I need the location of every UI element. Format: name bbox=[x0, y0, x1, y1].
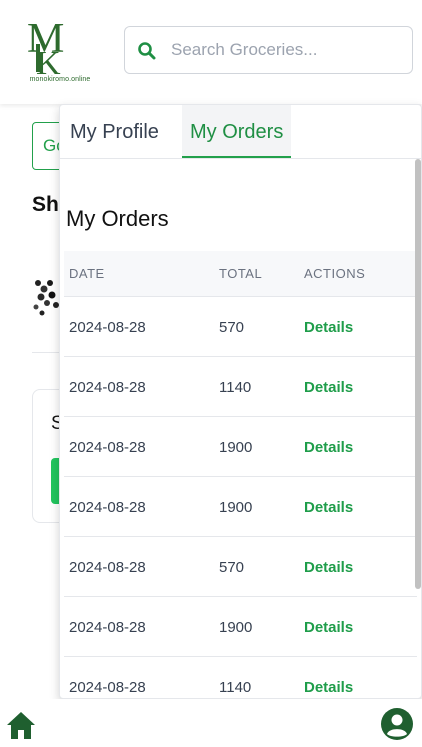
orders-table-header: DATE TOTAL ACTIONS bbox=[64, 251, 417, 297]
order-date: 2024-08-28 bbox=[69, 379, 146, 396]
order-total: 1900 bbox=[219, 499, 253, 516]
table-row: 2024-08-28 1140 Details bbox=[64, 657, 417, 698]
orders-title: My Orders bbox=[66, 206, 169, 231]
order-details-link[interactable]: Details bbox=[304, 559, 353, 576]
order-details-link[interactable]: Details bbox=[304, 439, 353, 456]
order-date: 2024-08-28 bbox=[69, 439, 146, 456]
order-details-link[interactable]: Details bbox=[304, 619, 353, 636]
background-divider bbox=[32, 352, 62, 353]
home-icon[interactable] bbox=[5, 710, 37, 740]
order-details-link[interactable]: Details bbox=[304, 319, 353, 336]
order-total: 1140 bbox=[219, 679, 252, 696]
user-circle-icon[interactable] bbox=[380, 707, 414, 741]
panel-tabs: My Profile My Orders bbox=[60, 105, 421, 159]
brand-logo[interactable]: M K monokiromo.online bbox=[22, 14, 98, 84]
logo-monogram-icon: M K bbox=[27, 16, 64, 76]
search-bar[interactable] bbox=[124, 26, 413, 74]
order-date: 2024-08-28 bbox=[69, 559, 146, 576]
table-row: 2024-08-28 1140 Details bbox=[64, 357, 417, 417]
column-header-total: TOTAL bbox=[219, 266, 263, 281]
table-row: 2024-08-28 1900 Details bbox=[64, 477, 417, 537]
order-details-link[interactable]: Details bbox=[304, 379, 353, 396]
table-row: 2024-08-28 570 Details bbox=[64, 537, 417, 597]
bottom-nav bbox=[0, 699, 422, 747]
tab-my-orders[interactable]: My Orders bbox=[182, 105, 292, 158]
order-total: 1900 bbox=[219, 619, 253, 636]
table-row: 2024-08-28 1900 Details bbox=[64, 597, 417, 657]
table-row: 2024-08-28 1900 Details bbox=[64, 417, 417, 477]
column-header-date: DATE bbox=[69, 266, 105, 281]
order-total: 570 bbox=[219, 319, 245, 336]
order-total: 1140 bbox=[219, 379, 252, 396]
table-row: 2024-08-28 570 Details bbox=[64, 297, 417, 357]
order-date: 2024-08-28 bbox=[69, 499, 146, 516]
order-date: 2024-08-28 bbox=[69, 319, 146, 336]
search-input[interactable] bbox=[171, 27, 407, 73]
tab-my-profile[interactable]: My Profile bbox=[62, 105, 167, 158]
background-section-heading: Sh bbox=[32, 193, 59, 216]
logo-caption: monokiromo.online bbox=[29, 76, 91, 83]
top-header: M K monokiromo.online bbox=[0, 0, 422, 104]
account-panel: My Profile My Orders My Orders DATE TOTA… bbox=[59, 104, 422, 699]
orders-table: DATE TOTAL ACTIONS 2024-08-28 570 Detail… bbox=[64, 251, 417, 698]
app-root: M K monokiromo.online Go Sh S bbox=[0, 0, 422, 747]
search-icon bbox=[138, 42, 156, 60]
panel-scrollbar[interactable] bbox=[415, 159, 421, 589]
orders-scroll-area[interactable]: My Orders DATE TOTAL ACTIONS 2024-08-28 … bbox=[60, 159, 421, 698]
order-details-link[interactable]: Details bbox=[304, 499, 353, 516]
column-header-actions: ACTIONS bbox=[304, 266, 366, 281]
product-image[interactable] bbox=[32, 255, 62, 320]
order-total: 1900 bbox=[219, 439, 253, 456]
order-details-link[interactable]: Details bbox=[304, 679, 353, 696]
order-date: 2024-08-28 bbox=[69, 679, 146, 696]
order-total: 570 bbox=[219, 559, 245, 576]
order-date: 2024-08-28 bbox=[69, 619, 146, 636]
